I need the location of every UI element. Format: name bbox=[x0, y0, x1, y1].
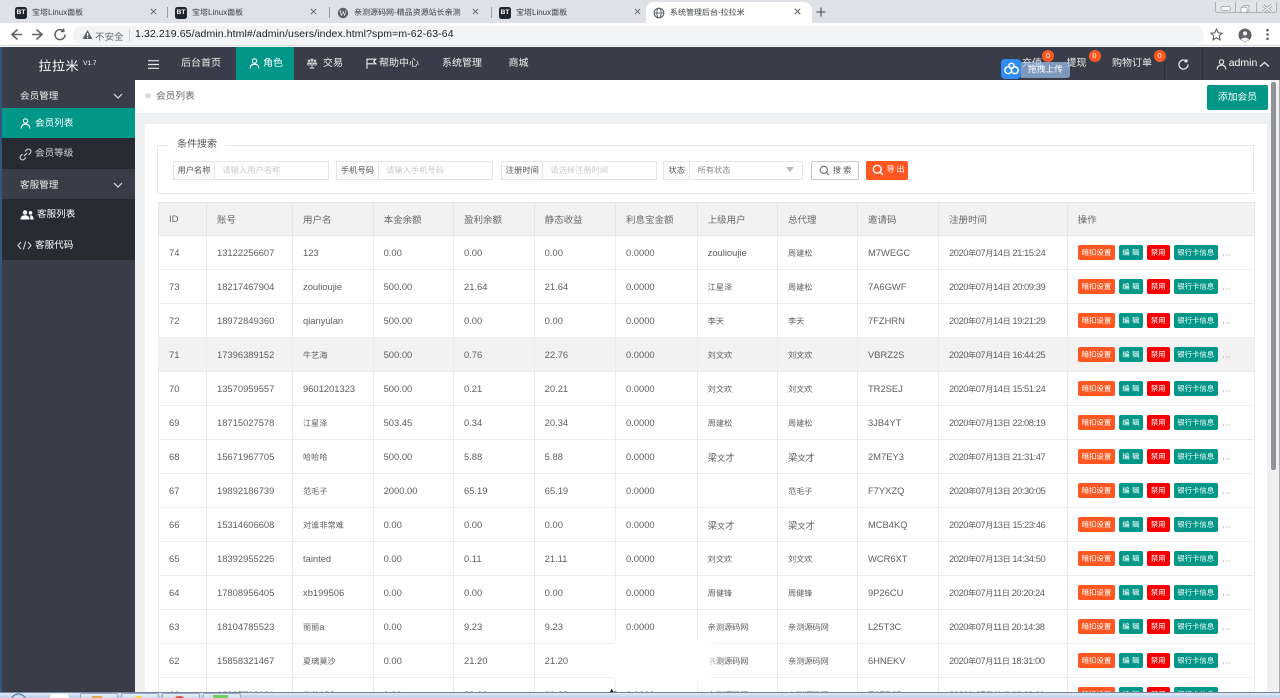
svg-text:W: W bbox=[339, 8, 347, 17]
